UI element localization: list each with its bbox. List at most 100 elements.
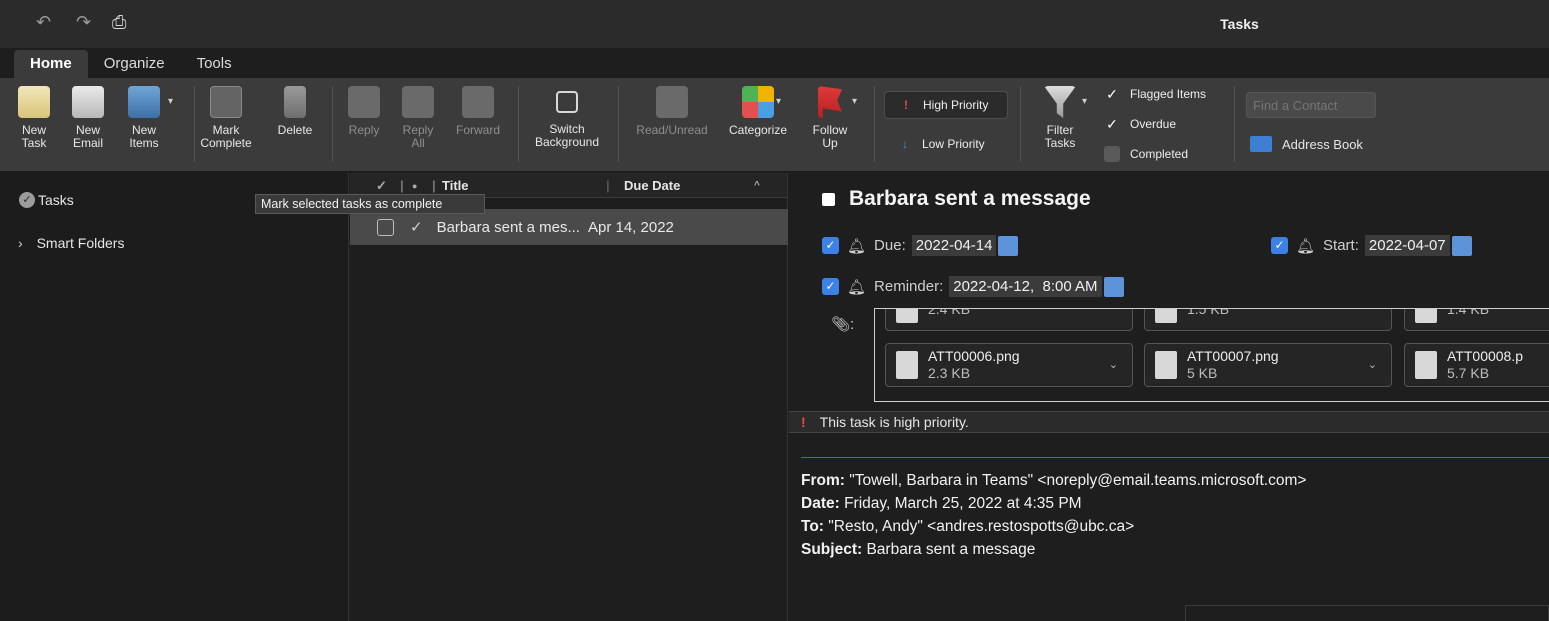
tab-home[interactable]: Home (14, 50, 88, 78)
mark-complete-button[interactable]: Mark Complete (198, 86, 254, 150)
header-divider: | (606, 178, 610, 193)
header-divider: | (400, 178, 404, 193)
tooltip: Mark selected tasks as complete (255, 194, 485, 214)
switch-background-label: Switch Background (534, 122, 600, 149)
start-label: Start: (1323, 237, 1359, 254)
high-priority-button[interactable]: ! High Priority (884, 91, 1008, 119)
start-date-input[interactable]: 2022-04-07 (1364, 235, 1450, 256)
attachment-item[interactable]: ATT00008.p 5.7 KB (1404, 343, 1549, 387)
page-title: Barbara sent a message (849, 187, 1091, 210)
reply-button[interactable]: Reply (344, 86, 384, 137)
priority-banner-text: This task is high priority. (819, 414, 969, 430)
attachment-size: 5 KB (1187, 365, 1218, 381)
from-value: "Towell, Barbara in Teams" <noreply@emai… (844, 472, 1307, 489)
reply-label: Reply (348, 123, 380, 137)
priority-column-icon[interactable]: ● (412, 181, 417, 191)
task-title: Barbara sent a mes... (436, 218, 580, 236)
chevron-down-icon[interactable]: ⌄ (1368, 358, 1377, 371)
new-task-label: New Task (21, 123, 47, 150)
follow-up-button[interactable]: Follow Up (806, 86, 854, 150)
read-unread-label: Read/Unread (636, 123, 708, 137)
from-line: From: "Towell, Barbara in Teams" <norepl… (801, 469, 1306, 492)
tab-organize[interactable]: Organize (88, 50, 181, 78)
due-date-input[interactable]: 2022-04-14 (911, 235, 997, 256)
overdue-label: Overdue (1130, 117, 1177, 131)
categorize-button[interactable]: Categorize (722, 86, 794, 137)
reminder-datetime-input[interactable]: 2022-04-12, 8:00 AM (949, 276, 1102, 297)
reply-all-button[interactable]: Reply All (398, 86, 438, 150)
tab-tools[interactable]: Tools (181, 50, 248, 78)
new-items-button[interactable]: New Items (122, 86, 166, 150)
new-task-button[interactable]: New Task (14, 86, 54, 150)
to-value: "Resto, Andy" <andres.restospotts@ubc.ca… (823, 518, 1135, 535)
sidebar-item-smart-folders[interactable]: › Smart Folders (18, 235, 124, 251)
categorize-dropdown-icon[interactable]: ▾ (776, 96, 781, 107)
reminder-checkbox[interactable]: ✓ (822, 278, 839, 295)
new-items-label: New Items (129, 123, 159, 150)
low-priority-button[interactable]: ↓ Low Priority (884, 130, 1008, 158)
calendar-icon[interactable] (1451, 235, 1472, 256)
attachment-item[interactable]: 2.4 KB (885, 308, 1133, 331)
start-field: ✓ 🔔︎ Start: 2022-04-07 (1271, 235, 1472, 256)
filter-tasks-button[interactable]: Filter Tasks (1034, 86, 1086, 150)
attachment-size: 5.7 KB (1447, 365, 1490, 381)
follow-up-dropdown-icon[interactable]: ▾ (852, 96, 857, 107)
window-title: Tasks (1220, 16, 1259, 32)
attachment-item[interactable]: 1.5 KB (1144, 309, 1392, 331)
new-items-dropdown-icon[interactable]: ▾ (168, 96, 173, 107)
task-status-icon (822, 192, 835, 206)
message-body: From: "Towell, Barbara in Teams" <norepl… (801, 469, 1306, 561)
follow-up-label: Follow Up (812, 123, 848, 150)
find-contact-input[interactable] (1246, 92, 1376, 118)
low-priority-icon: ↓ (902, 137, 908, 151)
column-title[interactable]: Title (442, 178, 469, 193)
new-email-icon (72, 86, 104, 118)
calendar-icon[interactable] (1103, 276, 1124, 297)
filter-dropdown-icon[interactable]: ▾ (1082, 96, 1087, 107)
table-row[interactable]: ✓ Barbara sent a mes... Apr 14, 2022 (350, 209, 788, 245)
attachment-size: 1.4 KB (1447, 308, 1490, 317)
flagged-items-checkbox[interactable]: ✓ Flagged Items (1104, 86, 1206, 102)
address-book-button[interactable]: Address Book (1250, 136, 1363, 152)
attachment-item[interactable]: ATT00006.png 2.3 KB ⌄ (885, 343, 1133, 387)
flagged-items-label: Flagged Items (1130, 87, 1207, 101)
attachment-item[interactable]: 1.4 KB (1404, 308, 1549, 331)
subject-label: Subject: (801, 541, 863, 558)
reading-pane: Barbara sent a message ✓ 🔔︎ Due: 2022-04… (789, 173, 1549, 621)
ribbon-divider (332, 86, 333, 162)
chevron-down-icon[interactable]: ⌄ (1109, 358, 1118, 371)
to-label: To: (801, 518, 824, 535)
due-field: ✓ 🔔︎ Due: 2022-04-14 (822, 235, 1019, 256)
task-complete-checkbox[interactable] (377, 218, 394, 236)
completed-checkbox[interactable]: Completed (1104, 146, 1188, 162)
ribbon-divider (194, 86, 195, 162)
attachment-name: ATT00007.png (1187, 348, 1279, 364)
subject-line: Subject: Barbara sent a message (801, 538, 1306, 561)
due-checkbox[interactable]: ✓ (822, 237, 839, 254)
forward-button[interactable]: Forward (450, 86, 506, 137)
delete-button[interactable]: Delete (270, 86, 320, 137)
reply-all-label: Reply All (402, 123, 434, 150)
attachment-item[interactable]: ATT00007.png 5 KB ⌄ (1144, 343, 1392, 387)
new-items-icon (128, 86, 160, 118)
body-content-frame (1185, 605, 1549, 621)
high-priority-icon: ! (904, 98, 908, 112)
new-email-button[interactable]: New Email (66, 86, 110, 150)
filter-tasks-label: Filter Tasks (1044, 123, 1076, 150)
calendar-icon[interactable] (998, 235, 1019, 256)
paperclip-icon: 📎︎: (831, 316, 855, 333)
overdue-checkbox[interactable]: ✓ Overdue (1104, 116, 1176, 132)
sun-icon (556, 91, 578, 113)
checkmark-icon: ✓ (1106, 115, 1118, 132)
bell-icon: 🔔︎ (847, 237, 867, 255)
mark-complete-label: Mark Complete (200, 123, 252, 150)
date-line: Date: Friday, March 25, 2022 at 4:35 PM (801, 492, 1306, 515)
start-checkbox[interactable]: ✓ (1271, 237, 1288, 254)
checkmark-icon: ✓ (410, 219, 423, 236)
switch-background-button[interactable]: Switch Background (526, 86, 608, 149)
complete-column-icon[interactable]: ✓ (376, 178, 387, 194)
read-unread-button[interactable]: Read/Unread (628, 86, 716, 137)
attachment-size: 2.4 KB (928, 308, 971, 317)
sort-caret-icon[interactable]: ^ (754, 180, 760, 191)
column-due-date[interactable]: Due Date (624, 178, 680, 193)
